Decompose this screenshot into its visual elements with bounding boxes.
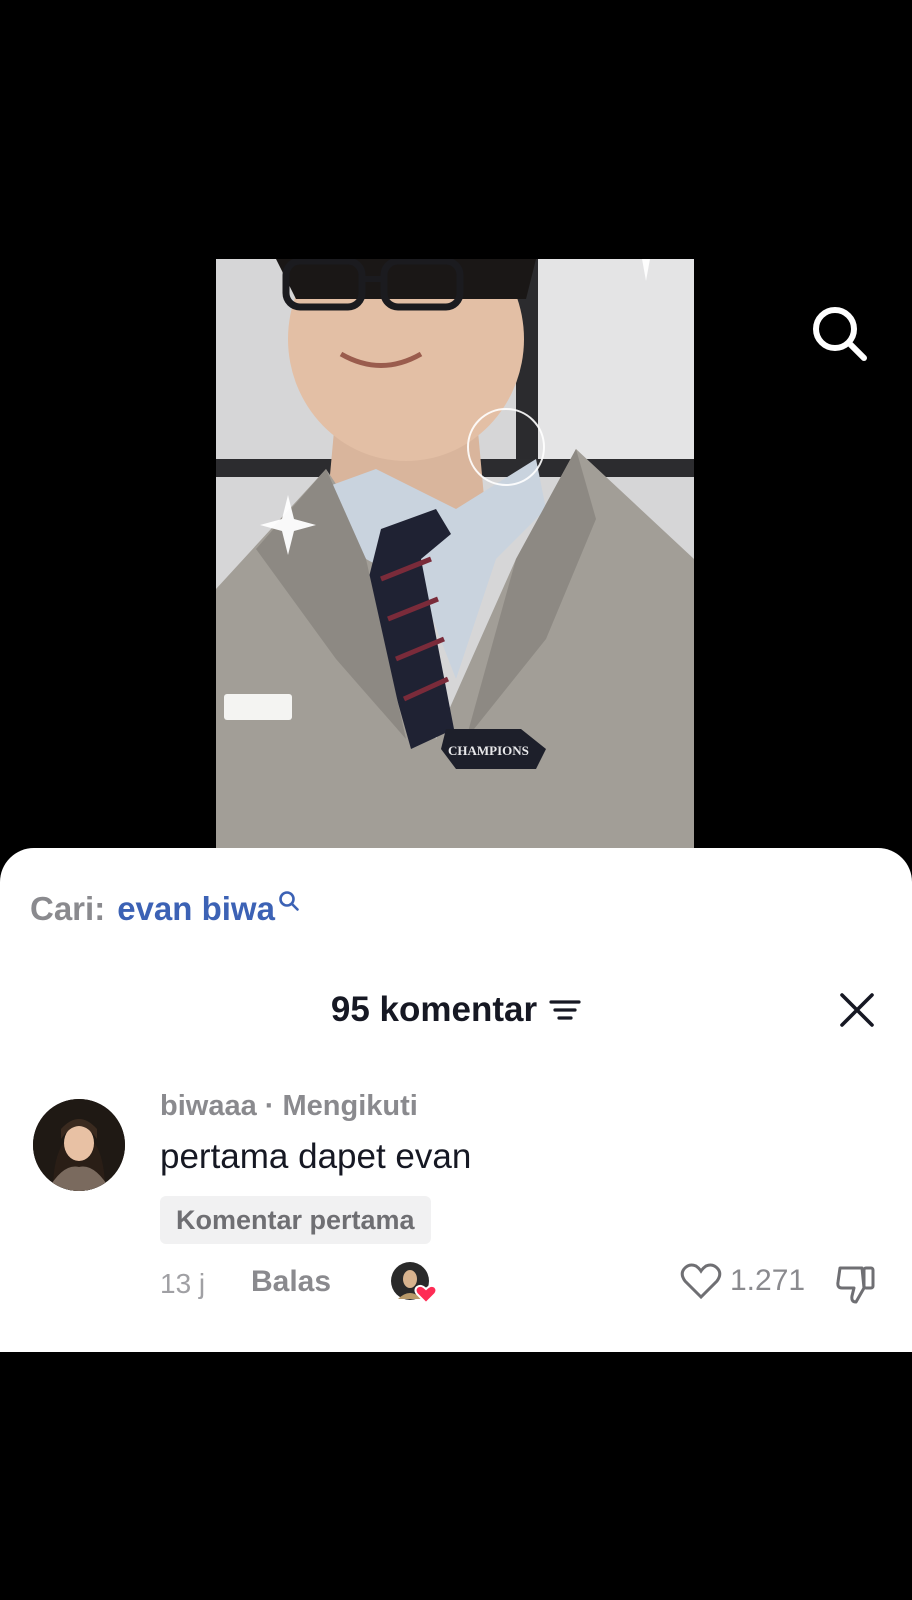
bottom-area [0,1352,912,1600]
heart-outline-icon [680,1263,722,1300]
video-image: CHAMPIONS [216,259,694,848]
search-suggestion[interactable]: Cari: evan biwa [30,890,300,928]
thumbs-down-icon [836,1266,875,1304]
search-icon [813,307,867,361]
comment-timestamp: 13 j [160,1268,206,1299]
search-button[interactable] [810,304,870,364]
search-icon [279,891,299,911]
comment-author-meta[interactable]: biwaaa · Mengikuti [160,1090,418,1123]
creator-liked-indicator [390,1261,438,1305]
creator-avatar-heart-icon [391,1262,438,1305]
comments-count-title: 95 komentar [330,990,538,1029]
search-suggestion-prefix: Cari: [30,890,106,927]
badge-text: CHAMPIONS [448,743,529,758]
video-frame: CHAMPIONS [216,259,694,848]
search-suggestion-query[interactable]: evan biwa [117,890,275,928]
video-player[interactable]: CHAMPIONS [0,0,912,848]
avatar-image [33,1099,125,1191]
close-icon [840,993,874,1027]
comments-header: 95 komentar [0,990,912,1030]
dislike-button[interactable] [834,1262,878,1306]
comment-text: pertama dapet evan [160,1137,472,1176]
sort-icon[interactable] [549,996,581,1024]
avatar[interactable] [33,1099,125,1191]
like-button[interactable]: 1.271 [680,1262,805,1300]
close-button[interactable] [838,991,876,1029]
first-comment-badge: Komentar pertama [160,1196,431,1244]
like-count: 1.271 [730,1264,806,1297]
reply-button[interactable]: Balas [251,1265,331,1299]
